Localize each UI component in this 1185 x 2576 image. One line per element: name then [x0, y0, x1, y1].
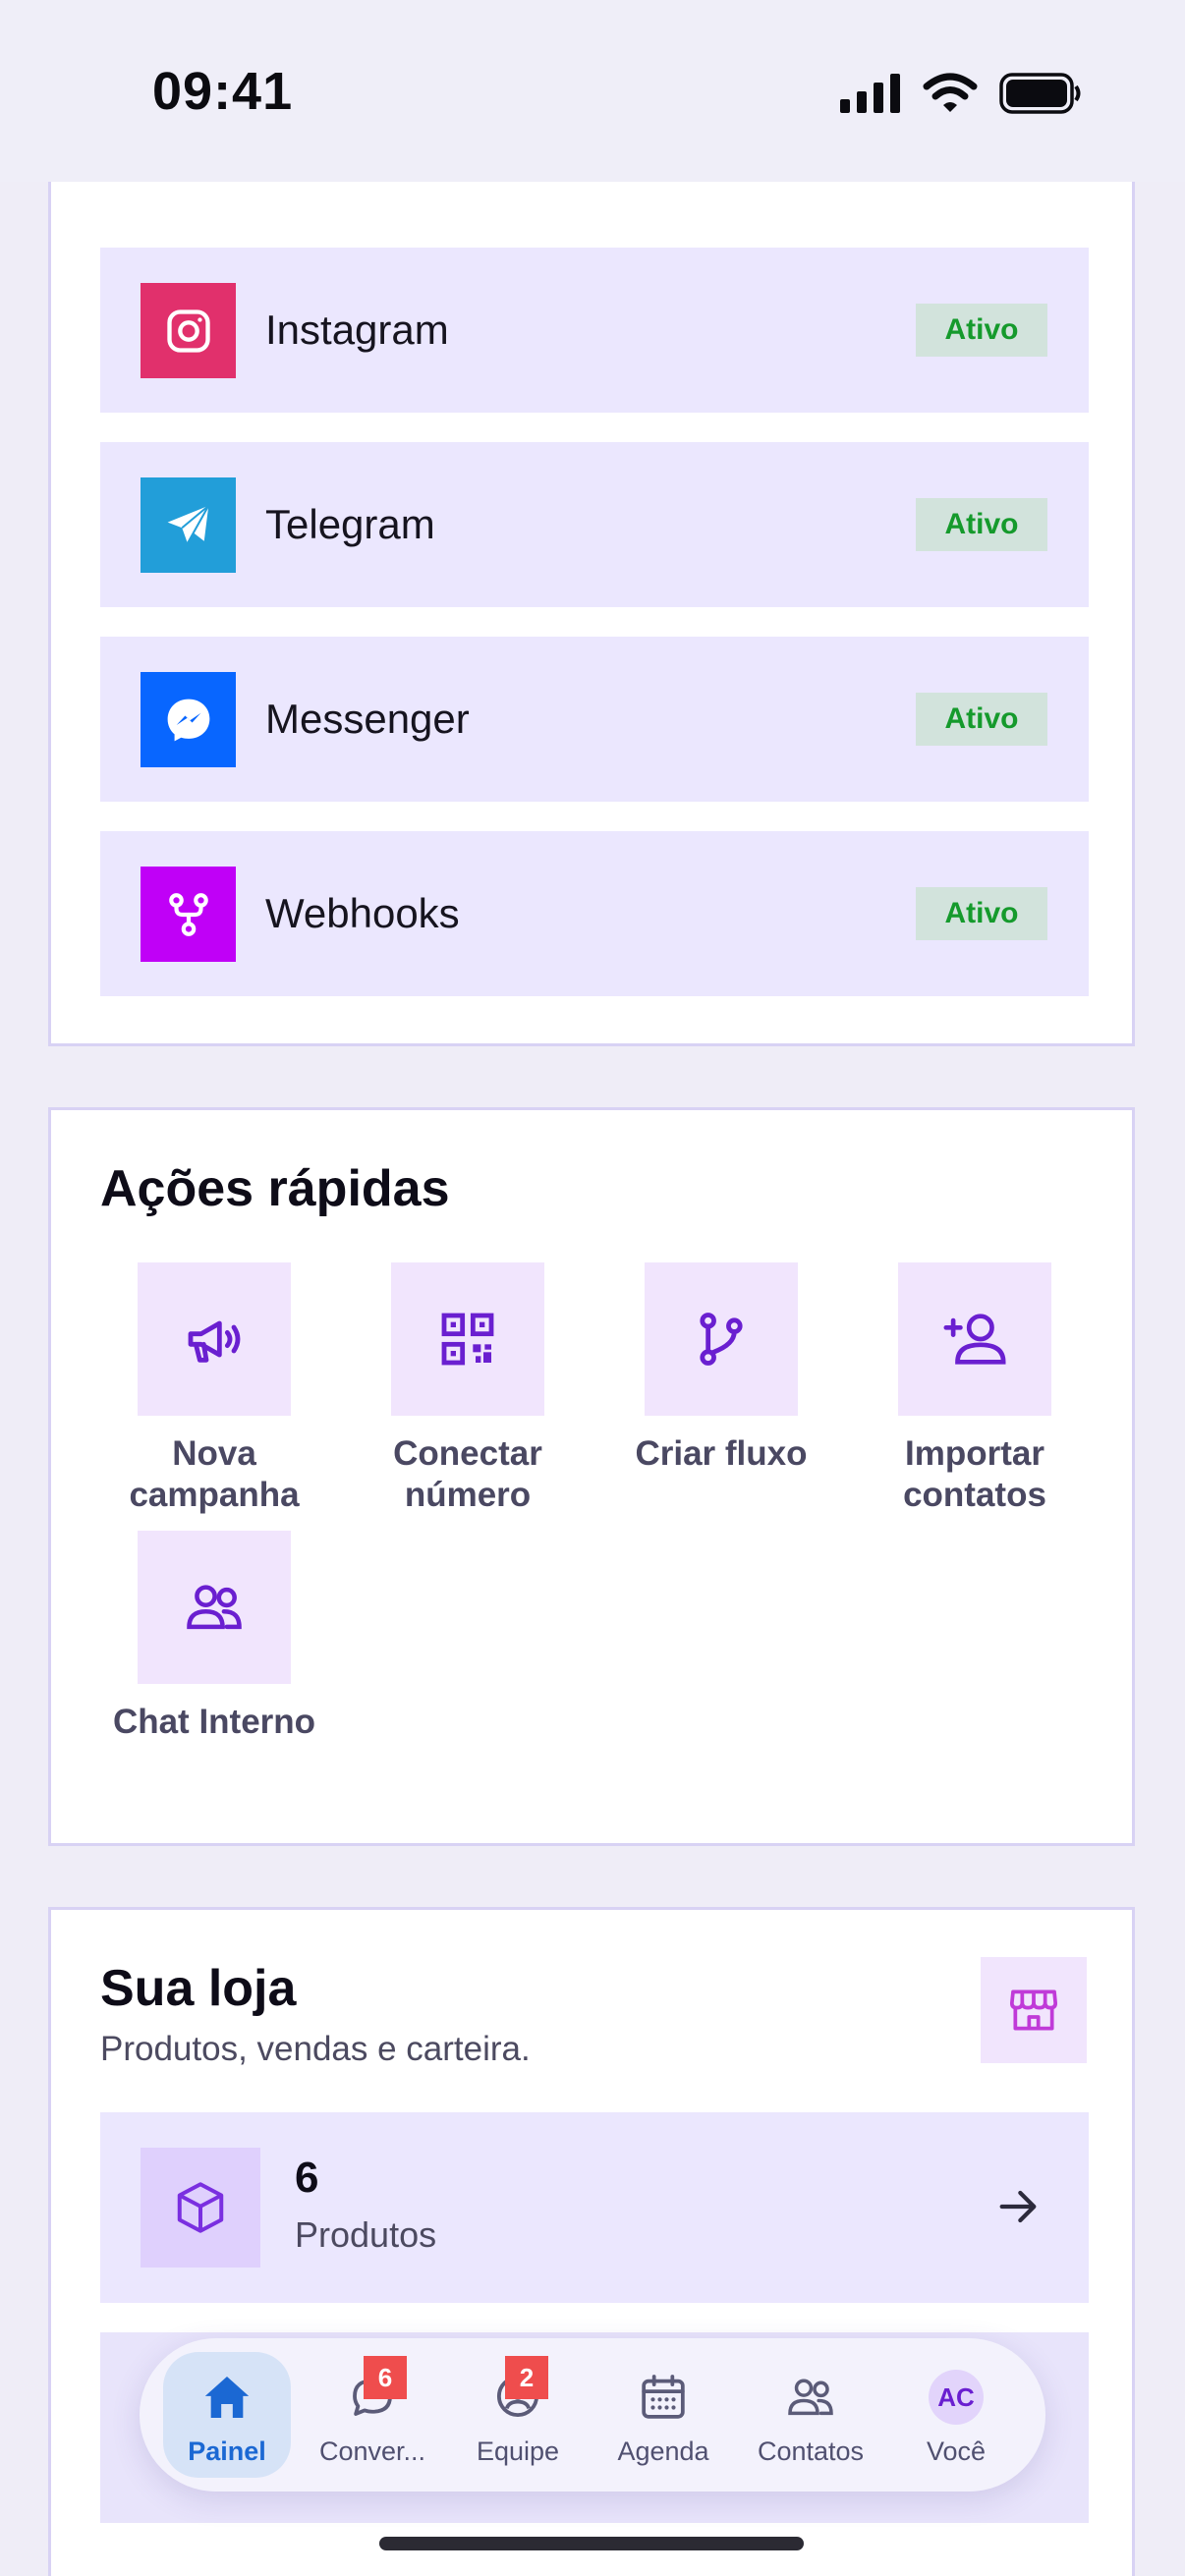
- arrow-right-icon: [990, 2179, 1045, 2239]
- home-indicator: [379, 2537, 804, 2550]
- status-icons: [840, 69, 1082, 118]
- tab-team[interactable]: 2 Equipe: [454, 2352, 582, 2478]
- tab-label: Painel: [188, 2436, 266, 2466]
- team-chat-icon: [138, 1531, 291, 1684]
- signal-icon: [840, 74, 900, 113]
- channels-card: Instagram Ativo Telegram Ativo Messenger…: [48, 108, 1135, 1046]
- connect-number-button[interactable]: Conectar número: [355, 1262, 581, 1516]
- action-label: Importar contatos: [903, 1434, 1046, 1514]
- channel-name: Instagram: [265, 307, 449, 353]
- tab-conversations[interactable]: 6 Conver...: [309, 2352, 436, 2478]
- flow-branch-icon: [645, 1262, 798, 1416]
- channel-row-webhooks[interactable]: Webhooks Ativo: [100, 831, 1089, 996]
- tab-label: Contatos: [757, 2436, 865, 2466]
- tab-contacts[interactable]: Contatos: [747, 2352, 875, 2478]
- internal-chat-button[interactable]: Chat Interno: [101, 1531, 327, 1743]
- messenger-icon: [141, 672, 236, 767]
- action-label: Chat Interno: [112, 1703, 316, 1741]
- status-badge: Ativo: [916, 304, 1047, 357]
- status-time: 09:41: [152, 62, 294, 121]
- channel-name: Messenger: [265, 696, 470, 742]
- create-flow-button[interactable]: Criar fluxo: [608, 1262, 834, 1475]
- webhook-icon: [141, 867, 236, 962]
- tab-label: Você: [926, 2436, 987, 2466]
- contacts-icon: [747, 2370, 875, 2425]
- action-label: Nova campanha: [129, 1434, 300, 1514]
- tab-label: Conver...: [318, 2436, 426, 2466]
- new-campaign-button[interactable]: Nova campanha: [101, 1262, 327, 1516]
- avatar: AC: [929, 2370, 984, 2425]
- channel-row-instagram[interactable]: Instagram Ativo: [100, 248, 1089, 413]
- home-icon: [163, 2370, 291, 2425]
- products-row[interactable]: 6 Produtos: [100, 2112, 1089, 2303]
- section-title: Ações rápidas: [100, 1160, 450, 1217]
- unread-badge: 2: [505, 2356, 548, 2399]
- status-bar: 09:41: [0, 0, 1185, 182]
- qr-code-icon: [391, 1262, 544, 1416]
- megaphone-icon: [138, 1262, 291, 1416]
- section-title: Sua loja: [100, 1960, 297, 2017]
- wifi-icon: [923, 73, 978, 112]
- tab-label: Equipe: [476, 2436, 560, 2466]
- status-badge: Ativo: [916, 693, 1047, 746]
- tab-label: Agenda: [617, 2436, 709, 2466]
- quick-actions-card: Ações rápidas Nova campanha Conectar núm…: [48, 1107, 1135, 1846]
- import-contacts-button[interactable]: Importar contatos: [862, 1262, 1088, 1516]
- action-label: Criar fluxo: [635, 1434, 808, 1473]
- storefront-icon[interactable]: [981, 1957, 1087, 2063]
- status-badge: Ativo: [916, 498, 1047, 551]
- calendar-icon: [599, 2370, 727, 2425]
- unread-badge: 6: [364, 2356, 407, 2399]
- tab-painel[interactable]: Painel: [163, 2352, 291, 2478]
- user-plus-icon: [898, 1262, 1051, 1416]
- instagram-icon: [141, 283, 236, 378]
- telegram-icon: [141, 477, 236, 573]
- tab-bar: Painel 6 Conver... 2 Equipe Agenda Conta…: [140, 2338, 1045, 2492]
- action-label: Conectar número: [393, 1434, 542, 1514]
- status-badge: Ativo: [916, 887, 1047, 940]
- store-subtitle: Produtos, vendas e carteira.: [100, 2030, 531, 2068]
- box-icon: [141, 2148, 260, 2268]
- tab-profile[interactable]: AC Você: [892, 2352, 1020, 2478]
- channel-name: Webhooks: [265, 890, 460, 936]
- channel-row-messenger[interactable]: Messenger Ativo: [100, 637, 1089, 802]
- tab-agenda[interactable]: Agenda: [599, 2352, 727, 2478]
- products-label: Produtos: [295, 2214, 437, 2255]
- channel-name: Telegram: [265, 501, 435, 547]
- battery-icon: [999, 73, 1081, 114]
- products-count: 6: [295, 2154, 319, 2202]
- channel-row-telegram[interactable]: Telegram Ativo: [100, 442, 1089, 607]
